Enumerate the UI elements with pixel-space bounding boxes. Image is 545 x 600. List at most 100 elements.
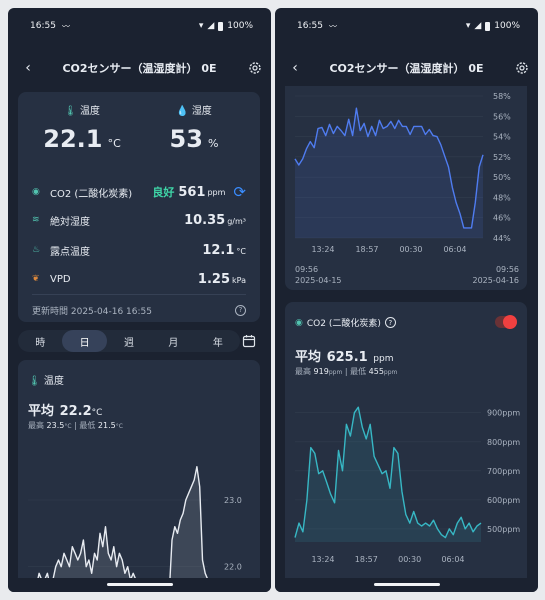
y-tick-label: 52% bbox=[493, 153, 511, 162]
battery-icon bbox=[218, 21, 224, 31]
gear-icon[interactable] bbox=[247, 60, 263, 76]
co2-icon: ◉ bbox=[32, 187, 40, 197]
x-tick-label: 00:30 bbox=[398, 555, 421, 564]
x-tick-label: 06:04 bbox=[443, 245, 466, 254]
page-title: CO2センサー（温湿度計） 0E bbox=[329, 62, 484, 75]
humidity-chart: 44% 46% 48% 50% 52% 54% 56% 58% 13:24 18:57 00:30 0… bbox=[294, 92, 511, 254]
tab-year[interactable]: 年 bbox=[196, 330, 240, 352]
y-tick-label: 22.0 bbox=[224, 563, 242, 572]
wifi-icon: ▾ bbox=[465, 21, 471, 31]
phone-screen-left: 16:55 〰 ▾ ◢ 100% ‹ CO2センサー（温湿度計） 0E 🌡 温度… bbox=[8, 8, 271, 592]
signal-icon: ◢ bbox=[207, 21, 215, 31]
temperature-chart-card: 🌡 温度 平均 22.2°C 最高 23.5°C | 最低 21.5°C 22.… bbox=[18, 360, 260, 592]
y-tick-label: 900ppm bbox=[487, 409, 520, 418]
co2-card-label: CO2 (二酸化炭素) bbox=[306, 319, 381, 329]
y-tick-label: 700ppm bbox=[487, 467, 520, 476]
gesture-bar[interactable] bbox=[106, 583, 173, 586]
status-bar: 16:55 〰 ▾ ◢ 100% bbox=[275, 8, 538, 44]
temperature-label: 温度 bbox=[79, 106, 100, 117]
battery-level: 100% bbox=[494, 21, 520, 31]
status-time: 16:55 bbox=[297, 21, 323, 31]
co2-row: ◉ CO2 (二酸化炭素) 良好 561 ppm ⟳ bbox=[32, 182, 246, 202]
co2-label: CO2 (二酸化炭素) bbox=[50, 188, 133, 200]
dew-point-label: 露点温度 bbox=[50, 246, 90, 258]
co2-toggle-knob bbox=[503, 315, 517, 329]
y-tick-label: 23.0 bbox=[224, 496, 242, 505]
updated-row: 更新時間 2025-04-16 16:55 ? bbox=[32, 300, 246, 320]
co2-icon: ◉ bbox=[295, 317, 303, 328]
battery-level: 100% bbox=[227, 21, 253, 31]
abs-humidity-value: 10.35 g/m³ bbox=[184, 212, 246, 228]
y-tick-label: 46% bbox=[493, 214, 511, 223]
y-tick-label: 50% bbox=[493, 173, 511, 182]
vpd-value: 1.25 kPa bbox=[197, 271, 246, 287]
gesture-bar[interactable] bbox=[373, 583, 440, 586]
x-tick-label: 13:24 bbox=[311, 245, 334, 254]
thermometer-icon: 🌡 bbox=[64, 106, 77, 117]
y-tick-label: 58% bbox=[493, 92, 511, 101]
humidity-chart-card: 44% 46% 48% 50% 52% 54% 56% 58% 13:24 18:57 00:30 0… bbox=[285, 86, 527, 290]
status-time: 16:55 bbox=[30, 21, 56, 31]
help-icon[interactable]: ? bbox=[235, 304, 246, 316]
app-bar: ‹ CO2センサー（温湿度計） 0E bbox=[275, 56, 538, 80]
tab-day[interactable]: 日 bbox=[62, 330, 107, 352]
tab-week[interactable]: 週 bbox=[107, 330, 151, 352]
x-tick-label: 00:30 bbox=[399, 245, 422, 254]
co2-card-header: ◉ CO2 (二酸化炭素) ? bbox=[295, 316, 396, 329]
y-tick-label: 500ppm bbox=[487, 525, 520, 534]
period-tabs: 時 日 週 月 年 bbox=[18, 330, 240, 352]
app-bar: ‹ CO2センサー（温湿度計） 0E bbox=[8, 56, 271, 80]
tab-month[interactable]: 月 bbox=[151, 330, 195, 352]
dew-point-row: ♨ 露点温度 12.1 °C bbox=[32, 240, 246, 260]
page-title: CO2センサー（温湿度計） 0E bbox=[62, 62, 217, 75]
humidity-label: 湿度 bbox=[191, 106, 212, 117]
temp-card-label: 温度 bbox=[43, 376, 64, 387]
x-tick-label: 13:24 bbox=[311, 555, 334, 564]
co2-chart-card: ◉ CO2 (二酸化炭素) ? 平均 625.1 ppm 最高 919ppm |… bbox=[285, 302, 527, 592]
series-area bbox=[295, 108, 483, 238]
x-tick-label: 06:04 bbox=[441, 555, 464, 564]
dew-point-value: 12.1 °C bbox=[202, 242, 246, 258]
vpd-label: VPD bbox=[50, 273, 71, 285]
tab-hour[interactable]: 時 bbox=[18, 330, 62, 352]
app-notification-icon: 〰 bbox=[328, 21, 337, 31]
humidity-value: 53 bbox=[169, 125, 203, 153]
co2-average: 平均 625.1 ppm bbox=[295, 350, 394, 365]
co2-chart: 500ppm 600ppm 700ppm 800ppm 900ppm 13:24 18:57… bbox=[294, 406, 520, 564]
status-bar: 16:55 〰 ▾ ◢ 100% bbox=[8, 8, 271, 44]
co2-value: 561 bbox=[178, 184, 206, 200]
temp-card-header: 🌡 温度 bbox=[28, 372, 64, 387]
gear-icon[interactable] bbox=[514, 60, 530, 76]
series-area bbox=[295, 407, 481, 542]
dew-point-icon: ♨ bbox=[32, 245, 41, 255]
phone-screen-right: 16:55 〰 ▾ ◢ 100% ‹ CO2センサー（温湿度計） 0E 44% 4… bbox=[275, 8, 538, 592]
refresh-icon[interactable]: ⟳ bbox=[233, 183, 246, 201]
calendar-icon[interactable] bbox=[242, 334, 256, 348]
temperature-unit: °C bbox=[107, 137, 121, 150]
signal-icon: ◢ bbox=[474, 21, 482, 31]
water-drop-icon: 💧 bbox=[176, 106, 189, 117]
vpd-row: ❦ VPD 1.25 kPa bbox=[32, 269, 246, 289]
co2-toggle[interactable] bbox=[495, 315, 517, 329]
help-icon[interactable]: ? bbox=[384, 317, 396, 328]
co2-status: 良好 bbox=[152, 186, 175, 199]
divider bbox=[32, 294, 246, 295]
summary-card: 🌡 温度 22.1 °C 💧 湿度 53 % ◉ CO2 (二酸化炭素) 良好 bbox=[18, 92, 260, 322]
app-notification-icon: 〰 bbox=[61, 21, 70, 31]
temperature-value: 22.1 bbox=[43, 125, 103, 153]
y-tick-label: 56% bbox=[493, 112, 511, 121]
abs-humidity-icon: ≋ bbox=[32, 215, 40, 225]
abs-humidity-row: ≋ 絶対湿度 10.35 g/m³ bbox=[32, 210, 246, 230]
wifi-icon: ▾ bbox=[198, 21, 204, 31]
temperature-block: 🌡 温度 22.1 °C bbox=[32, 102, 132, 153]
co2-min-max: 最高 919ppm | 最低 455ppm bbox=[295, 367, 398, 376]
y-tick-label: 54% bbox=[493, 133, 511, 142]
humidity-range-start: 09:56 2025-04-15 bbox=[295, 265, 342, 285]
leaf-icon: ❦ bbox=[32, 274, 40, 284]
humidity-block: 💧 湿度 53 % bbox=[144, 102, 244, 153]
battery-icon bbox=[485, 21, 491, 31]
y-tick-label: 800ppm bbox=[487, 438, 520, 447]
humidity-range-end: 09:56 2025-04-16 bbox=[472, 265, 520, 285]
humidity-unit: % bbox=[208, 137, 219, 150]
thermometer-icon: 🌡 bbox=[28, 376, 41, 387]
